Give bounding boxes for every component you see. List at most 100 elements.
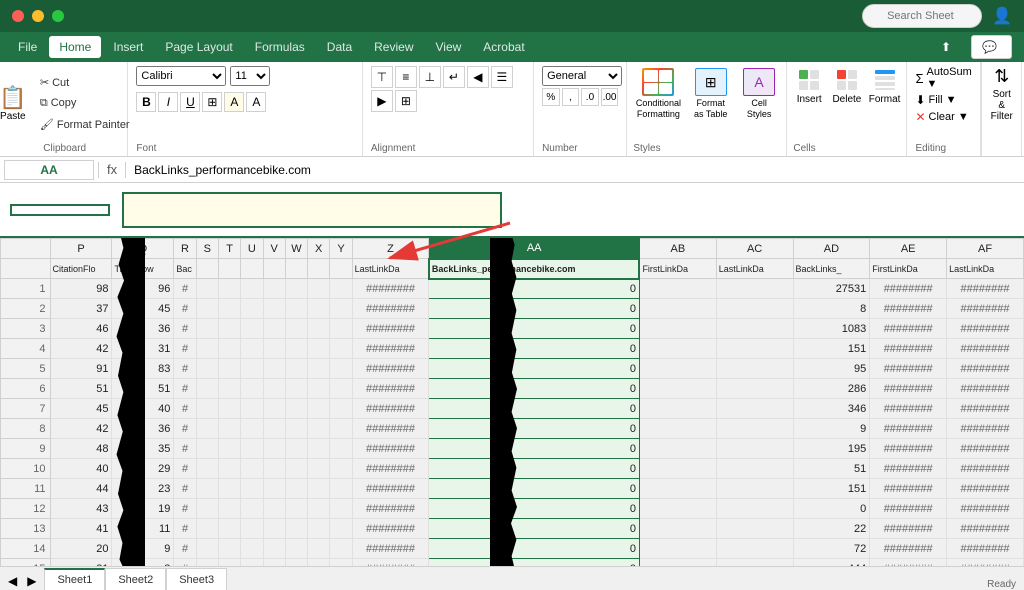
- cell-AE-11[interactable]: ########: [870, 499, 947, 519]
- font-color-button[interactable]: A: [246, 92, 266, 112]
- close-btn[interactable]: [12, 10, 24, 22]
- cell-X-7[interactable]: [308, 419, 330, 439]
- col-header-AB[interactable]: AB: [639, 239, 716, 259]
- cell-AB-7[interactable]: [639, 419, 716, 439]
- cell-AC-3[interactable]: [716, 339, 793, 359]
- wrap-text-button[interactable]: ↵: [443, 66, 465, 88]
- cell-W-4[interactable]: [285, 359, 307, 379]
- cell-X-13[interactable]: [308, 539, 330, 559]
- cell-AD-0[interactable]: 27531: [793, 279, 870, 299]
- sort-filter-icon[interactable]: ⇅: [994, 66, 1009, 87]
- cell-W-0[interactable]: [285, 279, 307, 299]
- cell-AD-2[interactable]: 1083: [793, 319, 870, 339]
- cell-AE-1[interactable]: ########: [870, 299, 947, 319]
- cell-P-14[interactable]: 21: [50, 559, 112, 567]
- cell-AD-8[interactable]: 195: [793, 439, 870, 459]
- cell-S-12[interactable]: [196, 519, 218, 539]
- cell-S-9[interactable]: [196, 459, 218, 479]
- table-row[interactable]: 59183#########095################: [1, 359, 1024, 379]
- cell-AB-1[interactable]: [639, 299, 716, 319]
- cell-X-10[interactable]: [308, 479, 330, 499]
- cell-AF-13[interactable]: ########: [947, 539, 1024, 559]
- cell-R-5[interactable]: #: [174, 379, 196, 399]
- col-header-AF[interactable]: AF: [947, 239, 1024, 259]
- cell-P-1[interactable]: 37: [50, 299, 112, 319]
- cell-Z-11[interactable]: ########: [352, 499, 429, 519]
- cell-S-0[interactable]: [196, 279, 218, 299]
- table-row[interactable]: 14209#########072################: [1, 539, 1024, 559]
- cell-Q-0[interactable]: 96: [112, 279, 174, 299]
- cell-AB-12[interactable]: [639, 519, 716, 539]
- cell-AF-6[interactable]: ########: [947, 399, 1024, 419]
- tab-home[interactable]: Home: [49, 36, 101, 58]
- copy-button[interactable]: ⧉ Copy: [35, 94, 135, 113]
- comma-button[interactable]: ,: [562, 88, 580, 106]
- cell-P-11[interactable]: 43: [50, 499, 112, 519]
- col-header-S[interactable]: S: [196, 239, 218, 259]
- cell-S-6[interactable]: [196, 399, 218, 419]
- cell-AD-1[interactable]: 8: [793, 299, 870, 319]
- cell-P-3[interactable]: 42: [50, 339, 112, 359]
- cell-W-12[interactable]: [285, 519, 307, 539]
- cell-T-10[interactable]: [218, 479, 240, 499]
- font-family-select[interactable]: Calibri: [136, 66, 226, 86]
- cell-S-7[interactable]: [196, 419, 218, 439]
- cell-S-11[interactable]: [196, 499, 218, 519]
- cell-AC-0[interactable]: [716, 279, 793, 299]
- delete-button[interactable]: Delete: [831, 66, 863, 105]
- cell-X-14[interactable]: [308, 559, 330, 567]
- cell-styles-button[interactable]: A CellStyles: [738, 66, 780, 122]
- cell-AE-2[interactable]: ########: [870, 319, 947, 339]
- cell-Q-13[interactable]: 9: [112, 539, 174, 559]
- cell-T-2[interactable]: [218, 319, 240, 339]
- tab-review[interactable]: Review: [364, 36, 423, 58]
- table-row[interactable]: 23745#########08################: [1, 299, 1024, 319]
- cell-Q-5[interactable]: 51: [112, 379, 174, 399]
- cell-V-4[interactable]: [263, 359, 285, 379]
- align-bottom-button[interactable]: ⊥: [419, 66, 441, 88]
- cell-AD-9[interactable]: 51: [793, 459, 870, 479]
- cell-P-0[interactable]: 98: [50, 279, 112, 299]
- cell-U-0[interactable]: [241, 279, 263, 299]
- cell-Z-3[interactable]: ########: [352, 339, 429, 359]
- cell-AA-5[interactable]: 0: [429, 379, 640, 399]
- cell-X-11[interactable]: [308, 499, 330, 519]
- cell-AA-11[interactable]: 0: [429, 499, 640, 519]
- cell-U-6[interactable]: [241, 399, 263, 419]
- grid-scroll[interactable]: P Q R S T U V W X Y Z AA AB: [0, 238, 1024, 566]
- cell-Z-5[interactable]: ########: [352, 379, 429, 399]
- cell-R-4[interactable]: #: [174, 359, 196, 379]
- cell-AA-13[interactable]: 0: [429, 539, 640, 559]
- table-row[interactable]: 114423#########0151################: [1, 479, 1024, 499]
- tab-acrobat[interactable]: Acrobat: [473, 36, 534, 58]
- cell-Q-12[interactable]: 11: [112, 519, 174, 539]
- cell-AA-0[interactable]: 0: [429, 279, 640, 299]
- cell-T-12[interactable]: [218, 519, 240, 539]
- tab-formulas[interactable]: Formulas: [245, 36, 315, 58]
- cell-X-8[interactable]: [308, 439, 330, 459]
- cell-Z-4[interactable]: ########: [352, 359, 429, 379]
- cell-AC-12[interactable]: [716, 519, 793, 539]
- cell-AA-6[interactable]: 0: [429, 399, 640, 419]
- cell-AA-12[interactable]: 0: [429, 519, 640, 539]
- cell-AA-4[interactable]: 0: [429, 359, 640, 379]
- cell-T-13[interactable]: [218, 539, 240, 559]
- col-header-Y[interactable]: Y: [330, 239, 352, 259]
- cell-P-9[interactable]: 40: [50, 459, 112, 479]
- search-input[interactable]: [862, 4, 982, 28]
- insert-button[interactable]: Insert: [793, 66, 825, 105]
- cell-U-13[interactable]: [241, 539, 263, 559]
- cell-R-0[interactable]: #: [174, 279, 196, 299]
- cell-AC-2[interactable]: [716, 319, 793, 339]
- cell-S-14[interactable]: [196, 559, 218, 567]
- cell-AF-0[interactable]: ########: [947, 279, 1024, 299]
- cell-R-6[interactable]: #: [174, 399, 196, 419]
- table-row[interactable]: 104029#########051################: [1, 459, 1024, 479]
- cell-V-13[interactable]: [263, 539, 285, 559]
- cell-V-9[interactable]: [263, 459, 285, 479]
- cell-R-7[interactable]: #: [174, 419, 196, 439]
- cell-AF-9[interactable]: ########: [947, 459, 1024, 479]
- table-row[interactable]: 74540#########0346################: [1, 399, 1024, 419]
- cell-Z-7[interactable]: ########: [352, 419, 429, 439]
- decrease-decimal-button[interactable]: .0: [581, 88, 599, 106]
